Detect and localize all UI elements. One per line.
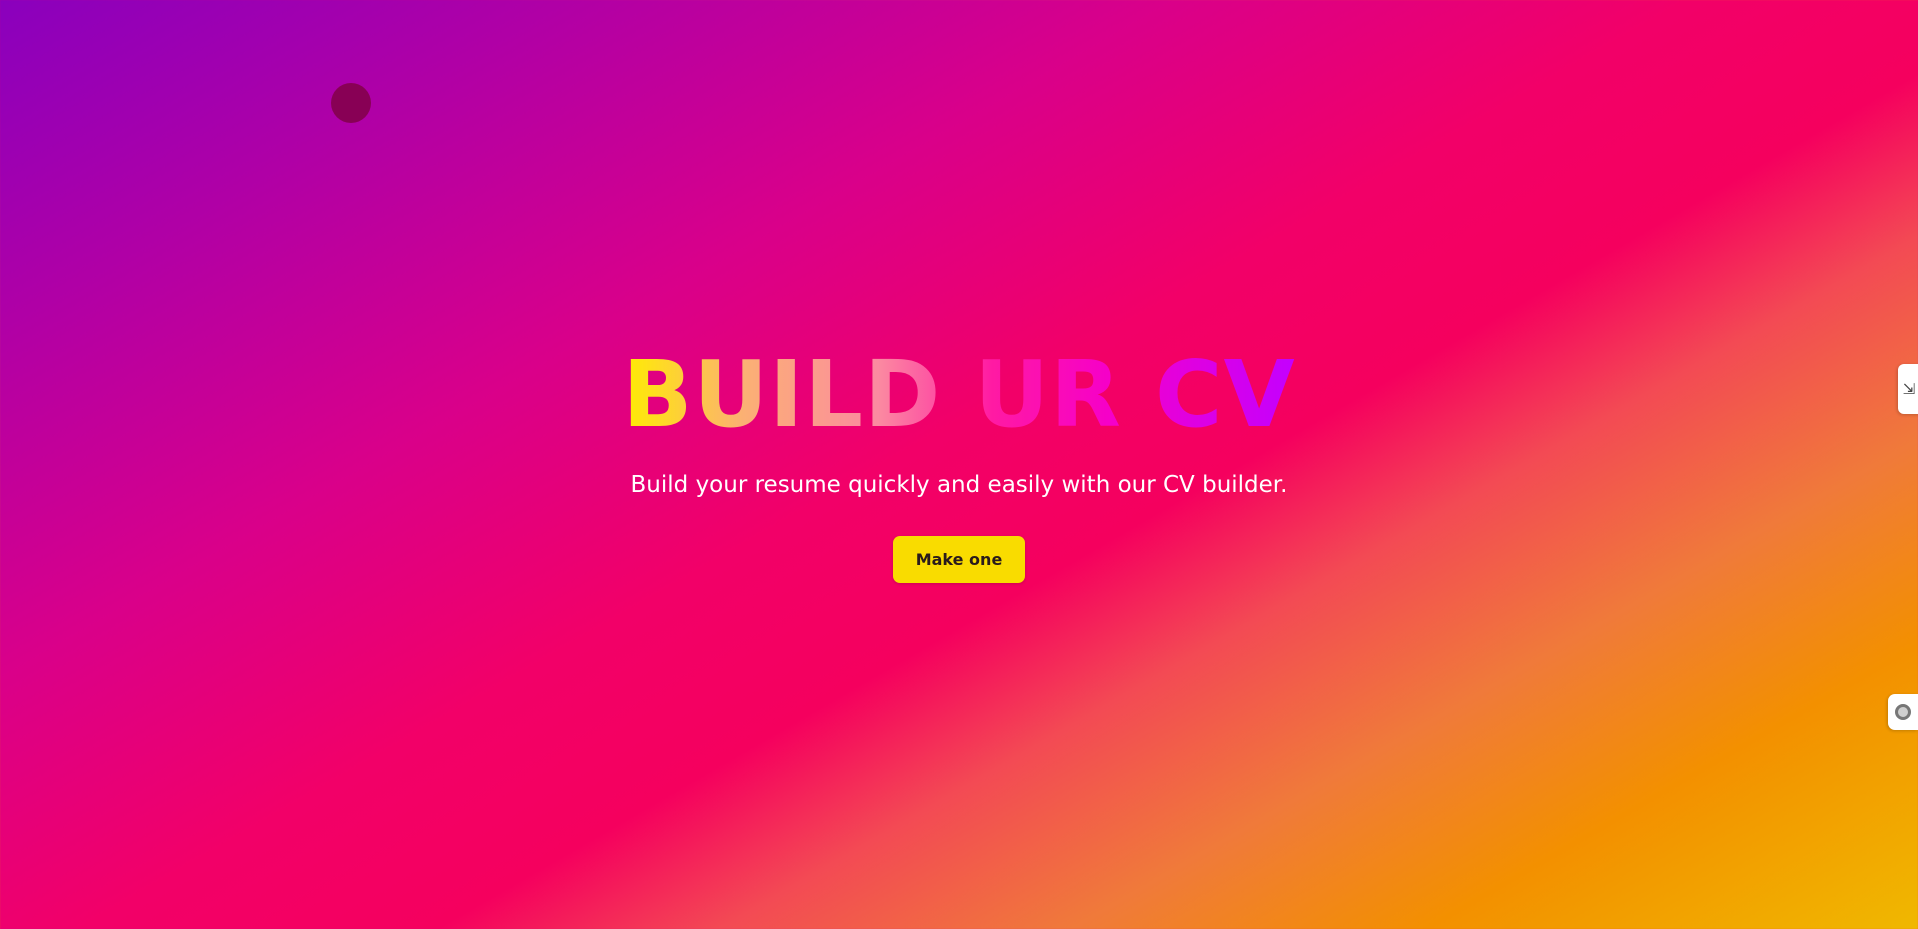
hero-title: BUILD UR CV	[622, 341, 1296, 448]
floating-dot	[331, 83, 371, 123]
hero-subtitle: Build your resume quickly and easily wit…	[630, 472, 1288, 498]
side-widget-button[interactable]	[1888, 694, 1918, 730]
side-widget-tab[interactable]: ⇲	[1898, 364, 1918, 414]
hero-section: BUILD UR CV Build your resume quickly an…	[0, 340, 1918, 583]
resize-icon: ⇲	[1902, 380, 1916, 398]
make-one-button[interactable]: Make one	[892, 536, 1026, 583]
ring-icon	[1895, 704, 1911, 720]
